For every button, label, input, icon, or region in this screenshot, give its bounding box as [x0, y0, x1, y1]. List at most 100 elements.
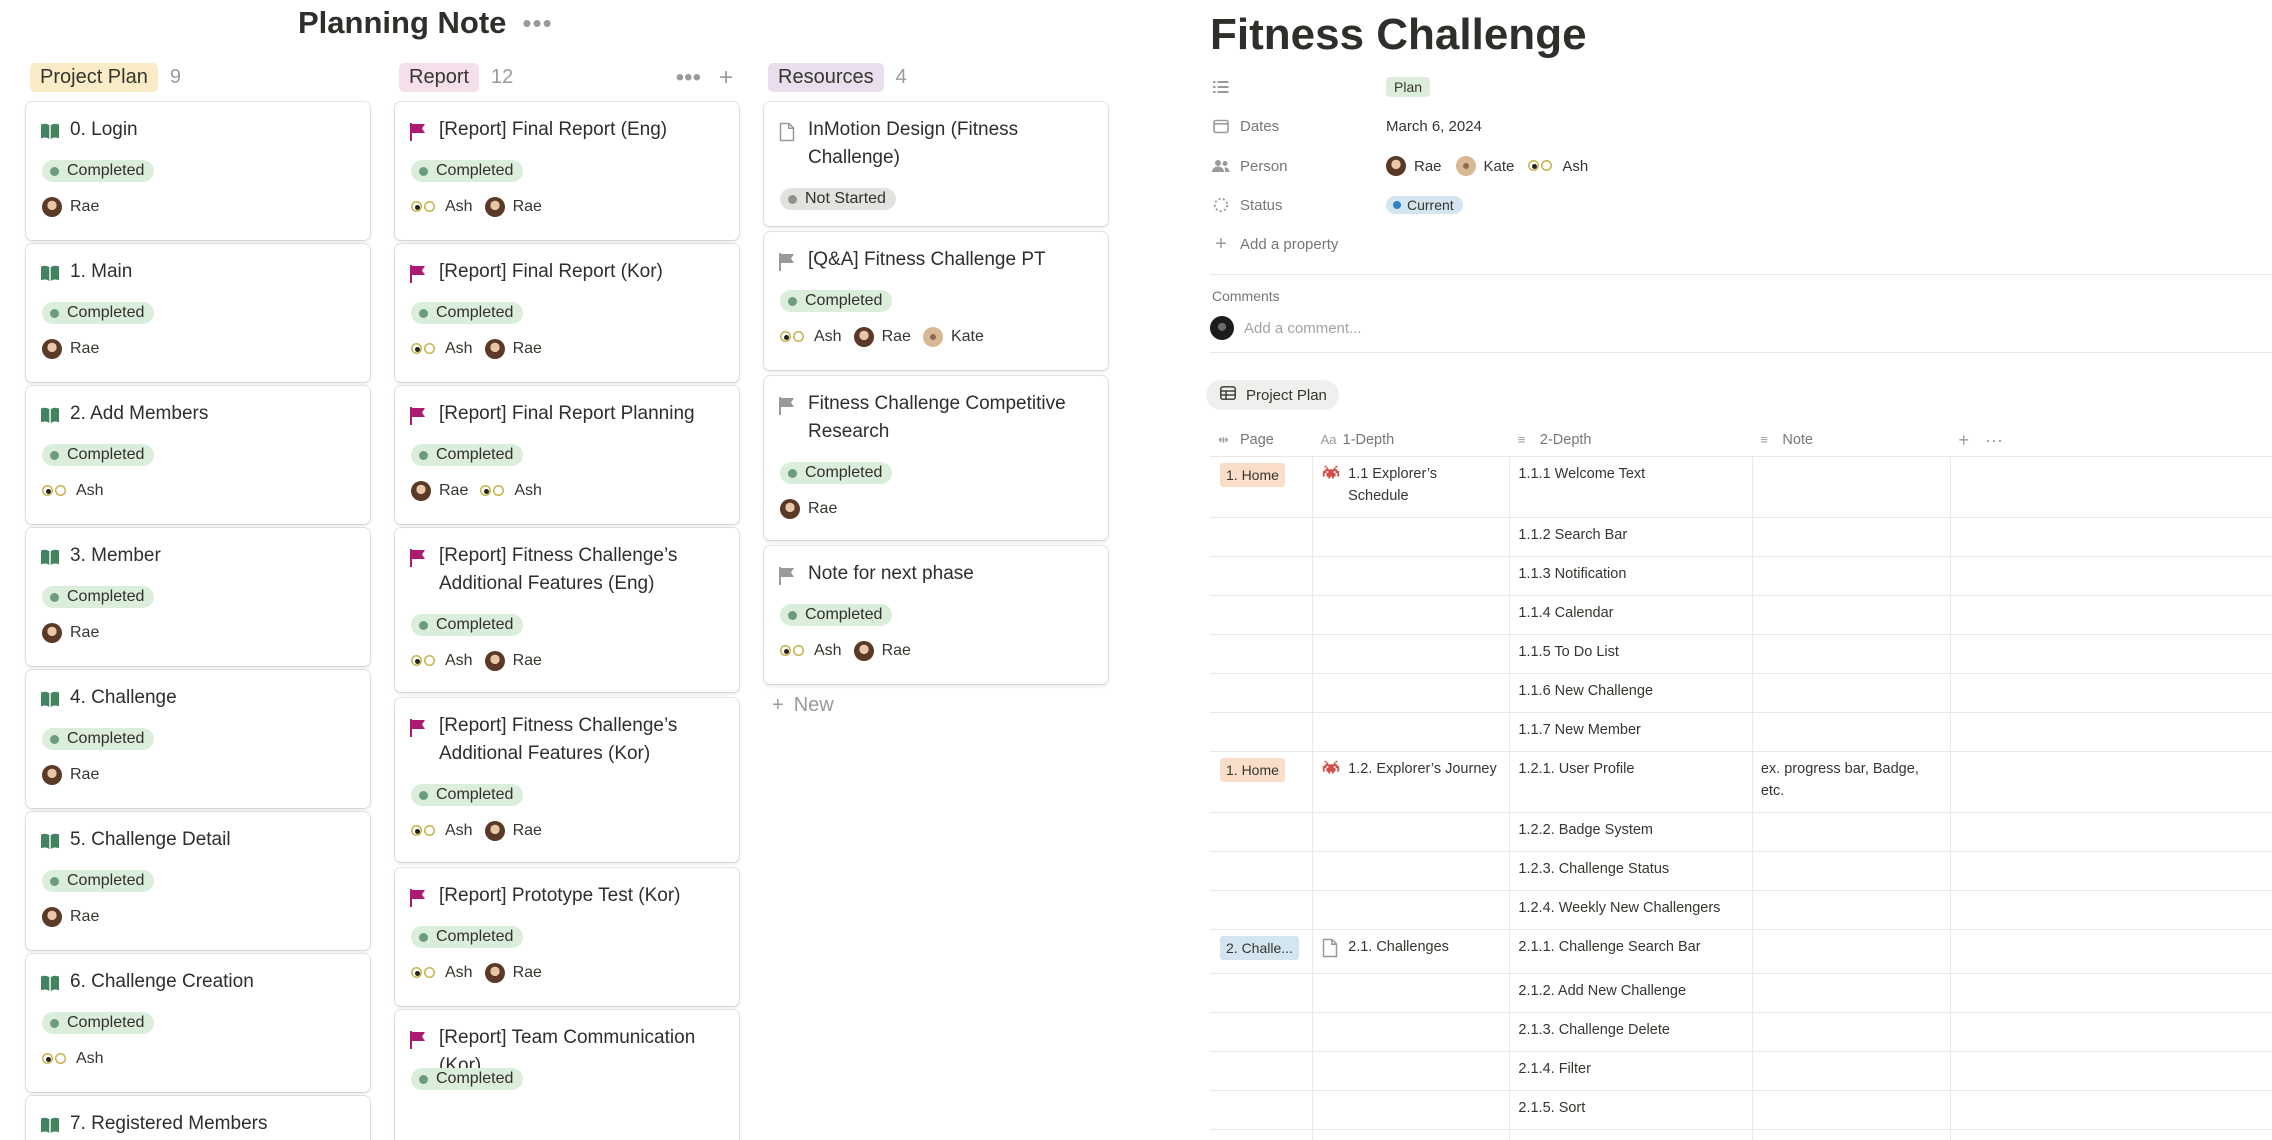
table-row[interactable]: 1.2.4. Weekly New Challengers [1210, 890, 2272, 930]
property-tags[interactable] [1212, 74, 1240, 100]
cell-note[interactable]: ex. progress bar, Badge, etc. [1752, 751, 1952, 813]
cell-2-depth[interactable]: 2.1.4. Filter [1509, 1051, 1753, 1091]
board-card[interactable]: 6. Challenge Creation Completed Ash [26, 954, 370, 1092]
board-card[interactable]: [Report] Fitness Challenge’s Additional … [395, 698, 739, 862]
board-card[interactable]: [Report] Team Communication (Kor) Complet… [395, 1010, 739, 1140]
cell-note[interactable] [1752, 1090, 1952, 1130]
cell-1-depth[interactable] [1312, 556, 1511, 596]
cell-1-depth[interactable] [1312, 890, 1511, 930]
cell-1-depth[interactable] [1312, 1012, 1511, 1052]
column-tag[interactable]: Project Plan [30, 62, 158, 92]
board-card[interactable]: [Report] Prototype Test (Kor) Completed As… [395, 868, 739, 1006]
cell-2-depth[interactable]: 1.1.2 Search Bar [1509, 517, 1753, 557]
board-card[interactable]: Note for next phase Completed Ash Rae [764, 546, 1108, 684]
cell-2-depth[interactable]: 2.1.5. Sort [1509, 1090, 1753, 1130]
table-row[interactable]: 2. Challe... 2.1. Challenges 2.1.1. Challe… [1210, 929, 2272, 974]
property-status-value[interactable]: Current [1386, 192, 1463, 218]
board-card[interactable]: 1. Main Completed Rae [26, 244, 370, 382]
cell-page[interactable] [1210, 1012, 1314, 1052]
cell-2-depth[interactable]: 1.2.2. Badge System [1509, 812, 1753, 852]
board-card[interactable]: [Report] Fitness Challenge’s Additional … [395, 528, 739, 692]
table-row[interactable]: 1. Home 1.2. Explorer’s Journey 1.2.1. Use… [1210, 751, 2272, 813]
table-row[interactable]: 1.1.7 New Member [1210, 712, 2272, 752]
cell-note[interactable] [1752, 634, 1952, 674]
board-card[interactable]: [Report] Final Report (Eng) Completed Ash R… [395, 102, 739, 240]
column-tag[interactable]: Resources [768, 62, 884, 92]
cell-note[interactable] [1752, 456, 1952, 518]
cell-2-depth[interactable]: 1.1.7 New Member [1509, 712, 1753, 752]
board-card[interactable]: [Q&A] Fitness Challenge PT Completed Ash Ra… [764, 232, 1108, 370]
cell-2-depth[interactable]: 1.1.3 Notification [1509, 556, 1753, 596]
cell-1-depth[interactable] [1312, 1051, 1511, 1091]
cell-note[interactable] [1752, 556, 1952, 596]
board-card[interactable]: Fitness Challenge Competitive Research Co… [764, 376, 1108, 540]
table-row[interactable]: 1.1.3 Notification [1210, 556, 2272, 596]
table-row[interactable]: 2.1.2. Add New Challenge [1210, 973, 2272, 1013]
add-column-icon[interactable]: + [1959, 430, 1970, 450]
depth1-text[interactable]: 1.1 Explorer’s Schedule [1348, 463, 1501, 507]
cell-page[interactable] [1210, 890, 1314, 930]
property-status[interactable]: Status [1212, 192, 1283, 218]
table-row[interactable]: 1.1.2 Search Bar [1210, 517, 2272, 557]
table-row[interactable]: 2.1.6. Challenge CardName, Type, Date, M… [1210, 1129, 2272, 1140]
board-card[interactable]: 4. Challenge Completed Rae [26, 670, 370, 808]
cell-2-depth[interactable]: 1.2.4. Weekly New Challengers [1509, 890, 1753, 930]
cell-page[interactable] [1210, 634, 1314, 674]
cell-2-depth[interactable]: 2.1.1. Challenge Search Bar [1509, 929, 1753, 974]
board-more-icon[interactable]: ••• [522, 10, 552, 36]
ellipsis-icon[interactable]: ··· [1985, 430, 2003, 450]
cell-1-depth[interactable] [1312, 812, 1511, 852]
cell-note[interactable] [1752, 851, 1952, 891]
cell-1-depth[interactable] [1312, 595, 1511, 635]
cell-page[interactable] [1210, 1129, 1314, 1140]
cell-page[interactable] [1210, 595, 1314, 635]
page-pill[interactable]: 2. Challe... [1220, 936, 1299, 960]
comment-input[interactable]: Add a comment... [1244, 320, 1362, 337]
cell-2-depth[interactable]: 1.1.6 New Challenge [1509, 673, 1753, 713]
cell-2-depth[interactable]: 1.1.1 Welcome Text [1509, 456, 1753, 518]
cell-1-depth[interactable] [1312, 851, 1511, 891]
table-row[interactable]: 1.1.4 Calendar [1210, 595, 2272, 635]
column-header-page[interactable]: ⇹ Page [1210, 424, 1313, 457]
plus-icon[interactable]: + [719, 64, 733, 92]
table-row[interactable]: 1.1.6 New Challenge [1210, 673, 2272, 713]
cell-note[interactable] [1752, 973, 1952, 1013]
property-person-value[interactable]: Rae Kate Ash [1386, 153, 1594, 179]
board-card[interactable]: InMotion Design (Fitness Challenge) Not S… [764, 102, 1108, 226]
table-row[interactable]: 1.1.5 To Do List [1210, 634, 2272, 674]
cell-page[interactable] [1210, 1051, 1314, 1091]
cell-1-depth[interactable] [1312, 712, 1511, 752]
cell-note[interactable] [1752, 517, 1952, 557]
board-card[interactable]: 3. Member Completed Rae [26, 528, 370, 666]
cell-2-depth[interactable]: 1.2.1. User Profile [1509, 751, 1753, 813]
page-pill[interactable]: 1. Home [1220, 758, 1285, 782]
property-dates[interactable]: Dates [1212, 113, 1279, 139]
cell-1-depth[interactable] [1312, 634, 1511, 674]
cell-2-depth[interactable]: 2.1.6. Challenge Card [1509, 1129, 1753, 1140]
table-row[interactable]: 1. Home 1.1 Explorer’s Schedule 1.1.1 Welc… [1210, 456, 2272, 518]
comment-input-row[interactable]: Add a comment... [1210, 315, 1362, 341]
cell-1-depth[interactable] [1312, 517, 1511, 557]
board-card[interactable]: 0. Login Completed Rae [26, 102, 370, 240]
depth1-text[interactable]: 1.2. Explorer’s Journey [1348, 758, 1497, 783]
cell-2-depth[interactable]: 2.1.2. Add New Challenge [1509, 973, 1753, 1013]
cell-note[interactable]: Name, Type, Date, Member, [1752, 1129, 1952, 1140]
cell-page[interactable] [1210, 517, 1314, 557]
depth1-text[interactable]: 2.1. Challenges [1348, 936, 1449, 965]
table-row[interactable]: 1.2.2. Badge System [1210, 812, 2272, 852]
cell-note[interactable] [1752, 1012, 1952, 1052]
cell-2-depth[interactable]: 1.1.4 Calendar [1509, 595, 1753, 635]
cell-1-depth[interactable] [1312, 1090, 1511, 1130]
cell-page[interactable] [1210, 673, 1314, 713]
add-property-button[interactable]: + Add a property [1212, 231, 1338, 257]
cell-1-depth[interactable] [1312, 673, 1511, 713]
table-row[interactable]: 2.1.5. Sort [1210, 1090, 2272, 1130]
view-tab-project-plan[interactable]: Project Plan [1206, 380, 1339, 410]
cell-1-depth[interactable]: 2.1. Challenges [1312, 929, 1511, 974]
cell-page[interactable] [1210, 556, 1314, 596]
board-card[interactable]: [Report] Final Report (Kor) Completed Ash R… [395, 244, 739, 382]
cell-note[interactable] [1752, 1051, 1952, 1091]
cell-1-depth[interactable] [1312, 973, 1511, 1013]
column-header-1-depth[interactable]: Aa 1-Depth [1312, 424, 1510, 457]
board-card[interactable]: 7. Registered Members [26, 1096, 370, 1140]
